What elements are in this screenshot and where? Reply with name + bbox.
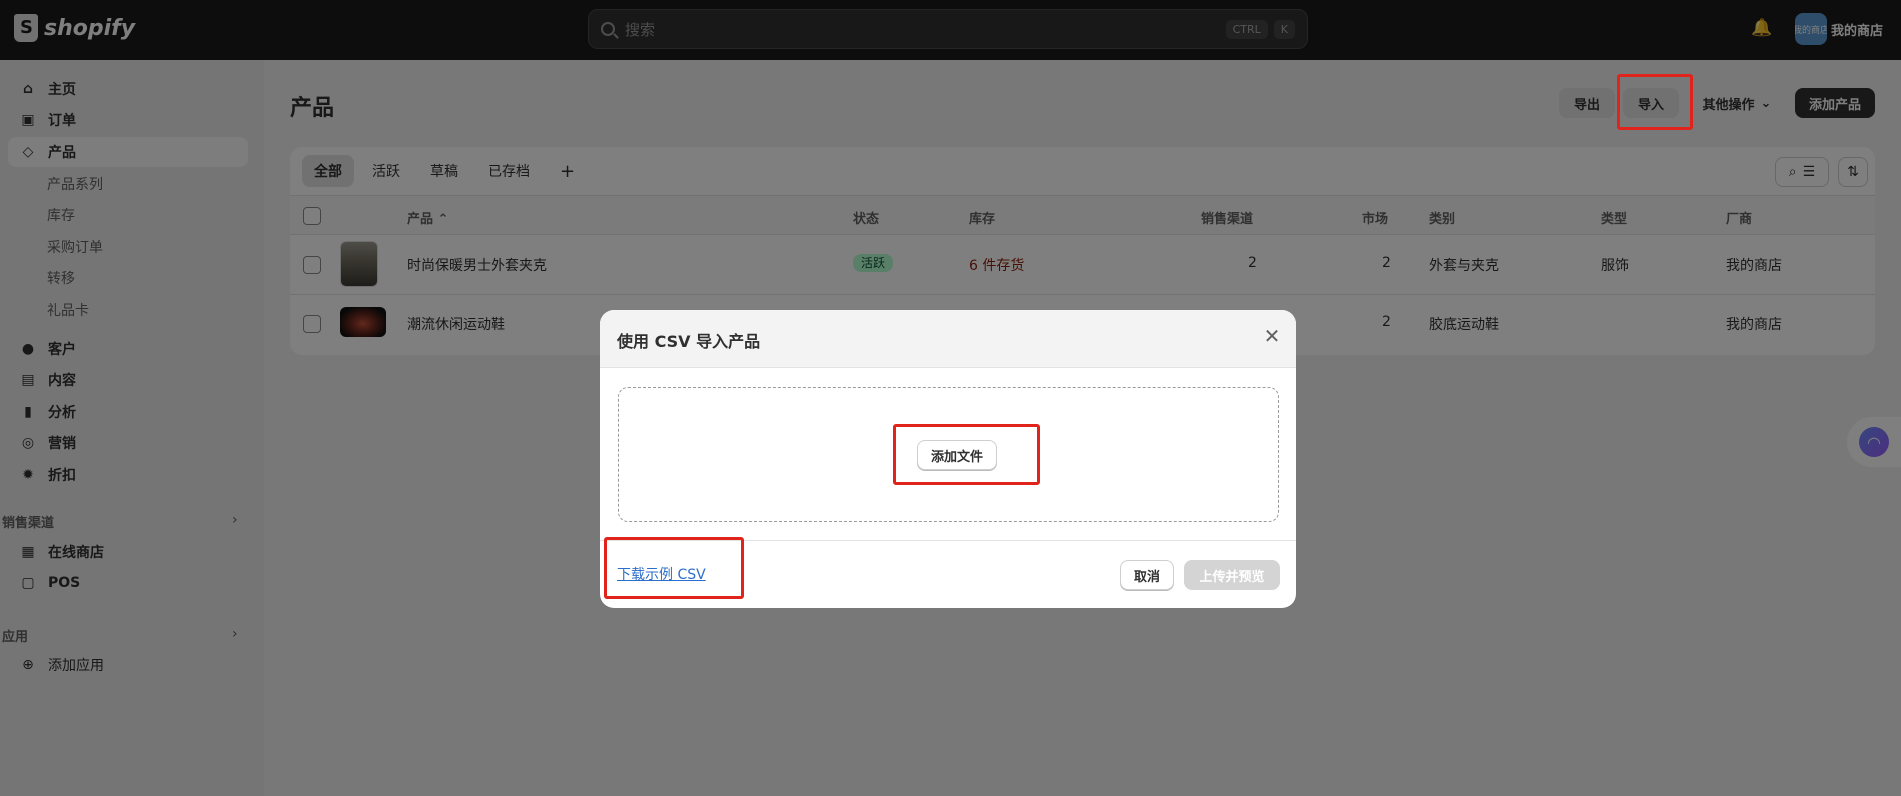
modal-header: 使用 CSV 导入产品 ✕	[600, 310, 1296, 368]
highlight-box-add-file	[893, 424, 1040, 485]
highlight-box-download-csv	[604, 537, 744, 599]
modal-title: 使用 CSV 导入产品	[617, 332, 761, 351]
highlight-box-import	[1617, 74, 1693, 130]
cancel-button[interactable]: 取消	[1120, 560, 1174, 590]
close-icon[interactable]: ✕	[1260, 324, 1284, 348]
upload-preview-button[interactable]: 上传并预览	[1184, 560, 1280, 590]
